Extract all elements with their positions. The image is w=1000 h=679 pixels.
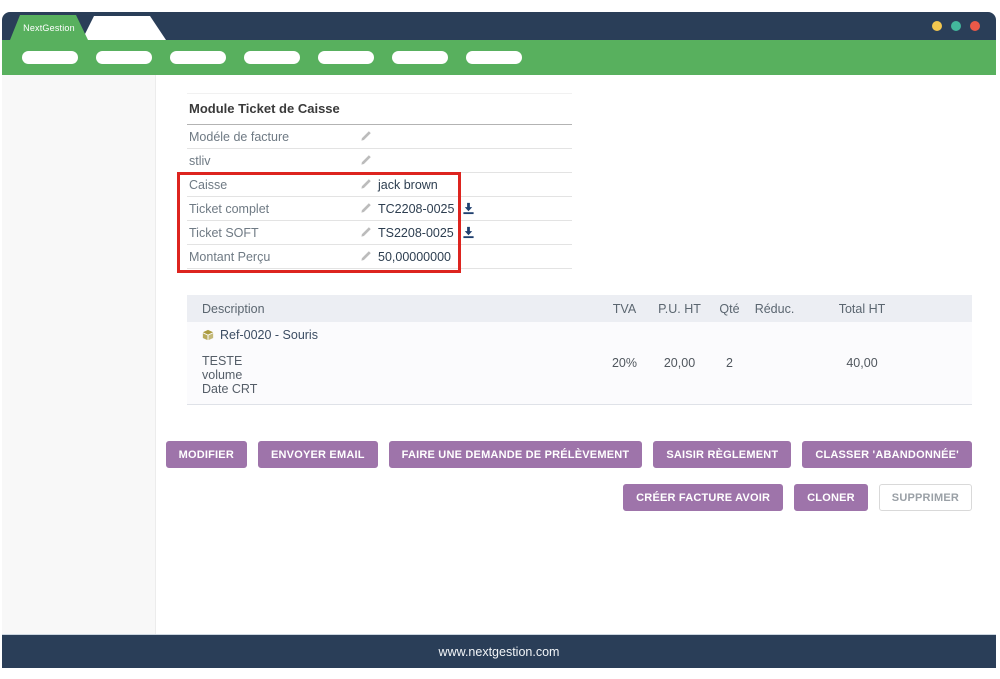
detail-row-montant-percu: Montant Perçu 50,00000000 [187, 245, 572, 269]
field-label: Modéle de facture [189, 130, 359, 144]
table-header-row: Description TVA P.U. HT Qté Réduc. Total… [187, 295, 972, 322]
detail-row-caisse: Caisse jack brown [187, 173, 572, 197]
field-label: Montant Perçu [189, 250, 359, 264]
maximize-icon[interactable] [951, 21, 961, 31]
footer-bar: www.nextgestion.com [2, 634, 996, 668]
column-header: Qté [707, 302, 752, 316]
detail-row-ticket-soft: Ticket SOFT TS2208-0025 [187, 221, 572, 245]
nav-item-placeholder[interactable] [392, 51, 448, 64]
modifier-button[interactable]: MODIFIER [166, 441, 247, 468]
brand-tab[interactable]: NextGestion [10, 15, 88, 40]
field-label: Ticket SOFT [189, 226, 359, 240]
highlighted-rows-group: Caisse jack brown Ticket complet [187, 173, 572, 269]
item-desc-line: volume [202, 368, 597, 382]
browser-window: NextGestion Module Tic [2, 12, 996, 668]
footer-url-link[interactable]: www.nextgestion.com [439, 645, 560, 659]
edit-pencil-icon[interactable] [359, 202, 372, 215]
edit-pencil-icon[interactable] [359, 178, 372, 191]
ticket-detail-panel: Module Ticket de Caisse Modéle de factur… [187, 93, 572, 269]
field-label: Caisse [189, 178, 359, 192]
column-header: Description [202, 302, 597, 316]
classer-abandonnee-button[interactable]: CLASSER 'ABANDONNÉE' [802, 441, 972, 468]
background-tab[interactable] [78, 16, 166, 40]
saisir-reglement-button[interactable]: SAISIR RÈGLEMENT [653, 441, 791, 468]
nav-item-placeholder[interactable] [466, 51, 522, 64]
supprimer-button[interactable]: SUPPRIMER [879, 484, 972, 511]
item-desc-line: Date CRT [202, 382, 597, 396]
demande-prelevement-button[interactable]: FAIRE UNE DEMANDE DE PRÉLÈVEMENT [389, 441, 643, 468]
download-icon[interactable] [462, 226, 475, 239]
package-icon [202, 329, 214, 341]
detail-row-stliv: stliv [187, 149, 572, 173]
field-value: TS2208-0025 [378, 226, 454, 240]
invoice-lines-table: Description TVA P.U. HT Qté Réduc. Total… [187, 295, 972, 405]
field-label: Ticket complet [189, 202, 359, 216]
envoyer-email-button[interactable]: ENVOYER EMAIL [258, 441, 378, 468]
item-reduc [752, 354, 797, 396]
browser-chrome: NextGestion [2, 12, 996, 40]
edit-pencil-icon[interactable] [359, 250, 372, 263]
nav-item-placeholder[interactable] [96, 51, 152, 64]
field-label: stliv [189, 154, 359, 168]
field-value: jack brown [378, 178, 438, 192]
main-navbar [2, 40, 996, 75]
cloner-button[interactable]: CLONER [794, 484, 868, 511]
close-icon[interactable] [970, 21, 980, 31]
main-content: Module Ticket de Caisse Modéle de factur… [156, 75, 996, 634]
nav-item-placeholder[interactable] [244, 51, 300, 64]
detail-row-ticket-complet: Ticket complet TC2208-0025 [187, 197, 572, 221]
edit-pencil-icon[interactable] [359, 226, 372, 239]
detail-row-modele-facture: Modéle de facture [187, 125, 572, 149]
window-controls [932, 21, 980, 31]
action-buttons: MODIFIER ENVOYER EMAIL FAIRE UNE DEMANDE… [187, 441, 972, 511]
item-qte: 2 [707, 354, 752, 396]
page: NextGestion Module Tic [0, 0, 1000, 679]
nav-item-placeholder[interactable] [22, 51, 78, 64]
item-total-ht: 40,00 [797, 354, 927, 396]
minimize-icon[interactable] [932, 21, 942, 31]
action-row-1: MODIFIER ENVOYER EMAIL FAIRE UNE DEMANDE… [187, 441, 972, 468]
column-header: Total HT [797, 302, 927, 316]
nav-item-placeholder[interactable] [170, 51, 226, 64]
column-header: TVA [597, 302, 652, 316]
item-pu-ht: 20,00 [652, 354, 707, 396]
field-value: 50,00000000 [378, 250, 451, 264]
item-tva: 20% [597, 354, 652, 396]
edit-pencil-icon[interactable] [359, 154, 372, 167]
brand-tab-label: NextGestion [23, 23, 75, 33]
action-row-2: CRÉER FACTURE AVOIR CLONER SUPPRIMER [187, 484, 972, 511]
panel-title: Module Ticket de Caisse [187, 93, 572, 125]
creer-facture-avoir-button[interactable]: CRÉER FACTURE AVOIR [623, 484, 783, 511]
product-ref-link[interactable]: Ref-0020 - Souris [220, 328, 318, 342]
nav-item-placeholder[interactable] [318, 51, 374, 64]
sidebar [2, 75, 156, 634]
download-icon[interactable] [462, 202, 475, 215]
line-item-row: TESTE volume Date CRT 20% 20,00 2 40,00 [187, 348, 972, 404]
product-group-row: Ref-0020 - Souris [187, 322, 972, 348]
item-desc-line: TESTE [202, 354, 597, 368]
field-value: TC2208-0025 [378, 202, 454, 216]
column-header: Réduc. [752, 302, 797, 316]
column-header: P.U. HT [652, 302, 707, 316]
edit-pencil-icon[interactable] [359, 130, 372, 143]
